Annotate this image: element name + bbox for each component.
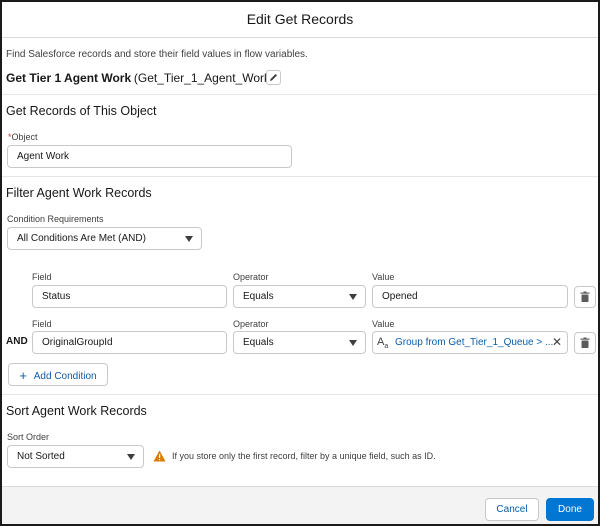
text-resource-icon: Aa	[377, 336, 389, 351]
field-label: Field	[32, 272, 52, 282]
value-label: Value	[372, 319, 395, 329]
condition-requirements-value: All Conditions Are Met (AND)	[17, 233, 146, 244]
sort-order-value: Not Sorted	[17, 451, 65, 462]
condition-1-value-input[interactable]: Opened	[372, 285, 568, 308]
chevron-down-icon	[349, 340, 357, 346]
condition-2-operator-value: Equals	[243, 337, 274, 348]
condition-1-field-value: Status	[42, 291, 71, 302]
field-label: Field	[32, 319, 52, 329]
object-input-value: Agent Work	[17, 151, 70, 162]
pencil-icon	[270, 74, 277, 81]
operator-label: Operator	[233, 272, 269, 282]
condition-1-operator-value: Equals	[243, 291, 274, 302]
condition-1-delete-button[interactable]	[574, 286, 596, 308]
edit-get-records-modal: Edit Get Records Find Salesforce records…	[0, 0, 600, 526]
chevron-down-icon	[185, 236, 193, 242]
trash-icon	[580, 291, 590, 302]
modal-header: Edit Get Records	[2, 2, 598, 38]
warning-icon	[153, 450, 166, 462]
condition-1-operator-select[interactable]: Equals	[233, 285, 366, 308]
divider	[2, 94, 598, 95]
condition-2-delete-button[interactable]	[574, 332, 596, 354]
cancel-button[interactable]: Cancel	[485, 498, 539, 521]
condition-requirements-select[interactable]: All Conditions Are Met (AND)	[7, 227, 202, 250]
chevron-down-icon	[349, 294, 357, 300]
trash-icon	[580, 337, 590, 348]
condition-1-value: Opened	[382, 291, 418, 302]
chevron-down-icon	[127, 454, 135, 460]
sort-section-title: Sort Agent Work Records	[6, 404, 147, 418]
element-label: Get Tier 1 Agent Work	[6, 71, 132, 85]
element-name-row: Get Tier 1 Agent Work (Get_Tier_1_Agent_…	[6, 71, 274, 85]
and-connector: AND	[6, 336, 28, 347]
sort-warning-text: If you store only the first record, filt…	[172, 451, 436, 461]
sort-order-select[interactable]: Not Sorted	[7, 445, 144, 468]
object-section-title: Get Records of This Object	[6, 104, 157, 118]
clear-icon[interactable]: ✕	[552, 332, 562, 353]
modal-footer: Cancel Done	[2, 486, 598, 524]
condition-2-operator-select[interactable]: Equals	[233, 331, 366, 354]
condition-2-field-input[interactable]: OriginalGroupId	[32, 331, 227, 354]
sort-order-label: Sort Order	[7, 432, 50, 442]
condition-1-field-input[interactable]: Status	[32, 285, 227, 308]
condition-requirements-label: Condition Requirements	[7, 214, 104, 224]
add-icon: +	[19, 368, 27, 383]
filter-section-title: Filter Agent Work Records	[6, 186, 152, 200]
add-condition-button[interactable]: + Add Condition	[8, 363, 108, 386]
condition-2-value: Group from Get_Tier_1_Queue > ...	[395, 337, 554, 348]
add-condition-label: Add Condition	[33, 371, 97, 382]
object-input[interactable]: Agent Work	[7, 145, 292, 168]
divider	[2, 394, 598, 395]
modal-description: Find Salesforce records and store their …	[6, 49, 308, 60]
condition-2-field-value: OriginalGroupId	[42, 337, 113, 348]
object-field-label: *Object	[8, 132, 38, 142]
modal-title: Edit Get Records	[246, 11, 354, 27]
condition-2-value-input[interactable]: Aa Group from Get_Tier_1_Queue > ... ✕	[372, 331, 568, 354]
divider	[2, 176, 598, 177]
operator-label: Operator	[233, 319, 269, 329]
element-api-name: (Get_Tier_1_Agent_Work)	[133, 71, 274, 85]
edit-label-button[interactable]	[266, 70, 281, 85]
value-label: Value	[372, 272, 395, 282]
done-button[interactable]: Done	[546, 498, 594, 521]
